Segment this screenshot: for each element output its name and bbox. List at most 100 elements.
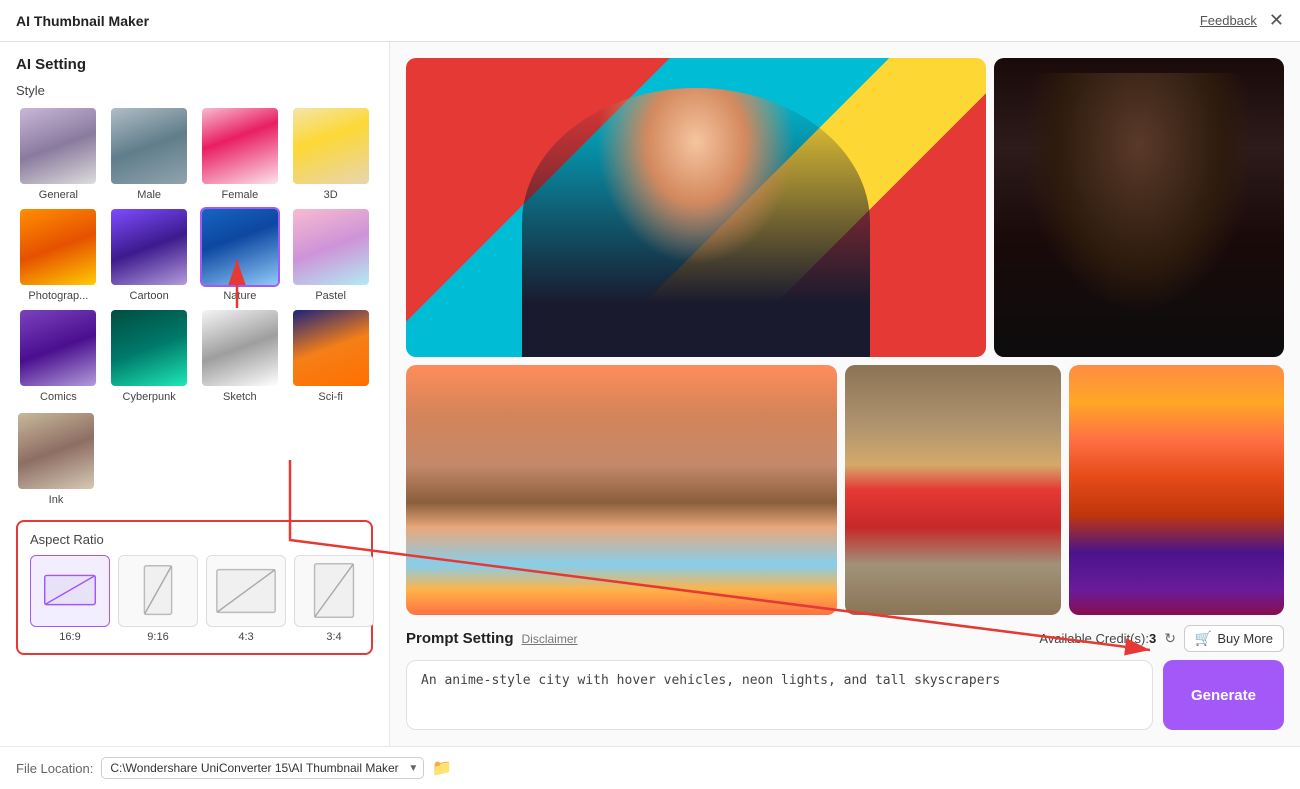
style-label-pastel: Pastel — [315, 290, 346, 302]
style-img-ink — [18, 413, 94, 489]
ai-setting-title: AI Setting — [16, 56, 373, 73]
credits-value: 3 — [1149, 631, 1156, 646]
ratio-diagram-4-3 — [207, 556, 285, 626]
prompt-header: Prompt Setting Disclaimer Available Cred… — [406, 625, 1284, 652]
file-location-label: File Location: — [16, 761, 93, 776]
aspect-ratio-grid: 16:9 9:16 — [30, 555, 359, 643]
right-panel: Prompt Setting Disclaimer Available Cred… — [390, 42, 1300, 746]
style-label-cyberpunk: Cyberpunk — [123, 391, 176, 403]
style-label-general: General — [39, 189, 78, 201]
ratio-diagram-9-16 — [119, 556, 197, 626]
style-label-male: Male — [137, 189, 161, 201]
app-container: AI Thumbnail Maker Feedback ✕ AI Setting… — [0, 0, 1300, 789]
style-img-female — [202, 108, 278, 184]
gallery-row-top — [406, 58, 1284, 357]
style-label-photog: Photograp... — [28, 290, 88, 302]
ratio-thumb-16-9 — [30, 555, 110, 627]
style-grid: General Male Female — [16, 106, 373, 403]
style-label-ink: Ink — [49, 494, 64, 506]
style-item-sci-fi[interactable]: Sci-fi — [288, 308, 373, 403]
style-thumb-male — [109, 106, 189, 186]
generate-button[interactable]: Generate — [1163, 660, 1284, 730]
refresh-icon[interactable]: ↻ — [1164, 630, 1176, 647]
style-thumb-comics — [18, 308, 98, 388]
ratio-label-4-3: 4:3 — [238, 631, 253, 643]
style-label-sci-fi: Sci-fi — [318, 391, 342, 403]
ratio-diagram-3-4 — [295, 556, 373, 626]
buy-more-icon: 🛒 — [1195, 630, 1212, 647]
prompt-textarea[interactable]: An anime-style city with hover vehicles,… — [406, 660, 1153, 730]
style-item-pastel[interactable]: Pastel — [288, 207, 373, 302]
title-bar-right: Feedback ✕ — [1200, 10, 1284, 31]
style-thumb-nature — [200, 207, 280, 287]
ratio-thumb-4-3 — [206, 555, 286, 627]
style-thumb-sketch — [200, 308, 280, 388]
file-path-select[interactable]: C:\Wondershare UniConverter 15\AI Thumbn… — [101, 757, 424, 779]
style-label-female: Female — [222, 189, 259, 201]
ratio-thumb-9-16 — [118, 555, 198, 627]
feedback-link[interactable]: Feedback — [1200, 13, 1257, 28]
style-item-cyberpunk[interactable]: Cyberpunk — [107, 308, 192, 403]
style-thumb-cartoon — [109, 207, 189, 287]
style-img-general — [20, 108, 96, 184]
style-label-sketch: Sketch — [223, 391, 257, 403]
prompt-title: Prompt Setting — [406, 630, 514, 647]
style-item-male[interactable]: Male — [107, 106, 192, 201]
style-label-3d: 3D — [324, 189, 338, 201]
main-layout: AI Setting Style General Male — [0, 42, 1300, 746]
style-label-nature: Nature — [223, 290, 256, 302]
file-path-wrapper: C:\Wondershare UniConverter 15\AI Thumbn… — [101, 757, 424, 779]
style-thumb-sci-fi — [291, 308, 371, 388]
app-title: AI Thumbnail Maker — [16, 13, 149, 29]
image-gallery — [406, 58, 1284, 615]
style-item-cartoon[interactable]: Cartoon — [107, 207, 192, 302]
style-item-general[interactable]: General — [16, 106, 101, 201]
style-item-nature[interactable]: Nature — [198, 207, 283, 302]
style-thumb-3d — [291, 106, 371, 186]
style-single-ink: Ink — [16, 411, 373, 506]
file-location-bar: File Location: C:\Wondershare UniConvert… — [0, 746, 1300, 789]
title-bar: AI Thumbnail Maker Feedback ✕ — [0, 0, 1300, 42]
style-thumb-cyberpunk — [109, 308, 189, 388]
left-panel: AI Setting Style General Male — [0, 42, 390, 746]
style-img-sketch — [202, 310, 278, 386]
style-label-comics: Comics — [40, 391, 77, 403]
ratio-thumb-3-4 — [294, 555, 374, 627]
style-item-photog[interactable]: Photograp... — [16, 207, 101, 302]
style-thumb-pastel — [291, 207, 371, 287]
style-item-sketch[interactable]: Sketch — [198, 308, 283, 403]
gallery-thumb-car — [845, 365, 1061, 615]
style-img-pastel — [293, 209, 369, 285]
style-item-comics[interactable]: Comics — [16, 308, 101, 403]
ratio-item-16-9[interactable]: 16:9 — [30, 555, 110, 643]
style-img-comics — [20, 310, 96, 386]
gallery-thumb-anime — [1069, 365, 1285, 615]
style-item-3d[interactable]: 3D — [288, 106, 373, 201]
style-item-ink[interactable]: Ink — [16, 411, 96, 506]
gallery-thumb-main — [406, 58, 986, 357]
aspect-ratio-title: Aspect Ratio — [30, 532, 359, 547]
buy-more-button[interactable]: 🛒 Buy More — [1184, 625, 1284, 652]
ratio-label-16-9: 16:9 — [59, 631, 80, 643]
prompt-title-area: Prompt Setting Disclaimer — [406, 630, 578, 647]
style-img-male — [111, 108, 187, 184]
ratio-item-3-4[interactable]: 3:4 — [294, 555, 374, 643]
ratio-item-9-16[interactable]: 9:16 — [118, 555, 198, 643]
style-img-photog — [20, 209, 96, 285]
style-img-cartoon — [111, 209, 187, 285]
close-button[interactable]: ✕ — [1269, 10, 1284, 31]
style-img-sci-fi — [293, 310, 369, 386]
ratio-label-3-4: 3:4 — [326, 631, 341, 643]
folder-icon[interactable]: 📁 — [432, 758, 452, 778]
ratio-label-9-16: 9:16 — [147, 631, 168, 643]
ratio-diagram-16-9 — [31, 556, 109, 626]
aspect-ratio-box: Aspect Ratio 16:9 — [16, 520, 373, 655]
prompt-section: Prompt Setting Disclaimer Available Cred… — [406, 625, 1284, 730]
ratio-item-4-3[interactable]: 4:3 — [206, 555, 286, 643]
style-item-female[interactable]: Female — [198, 106, 283, 201]
credits-area: Available Credit(s):3 ↻ 🛒 Buy More — [1039, 625, 1284, 652]
gallery-thumb-main2 — [406, 365, 837, 615]
style-label: Style — [16, 83, 373, 98]
style-thumb-ink — [16, 411, 96, 491]
disclaimer-link[interactable]: Disclaimer — [522, 632, 578, 646]
